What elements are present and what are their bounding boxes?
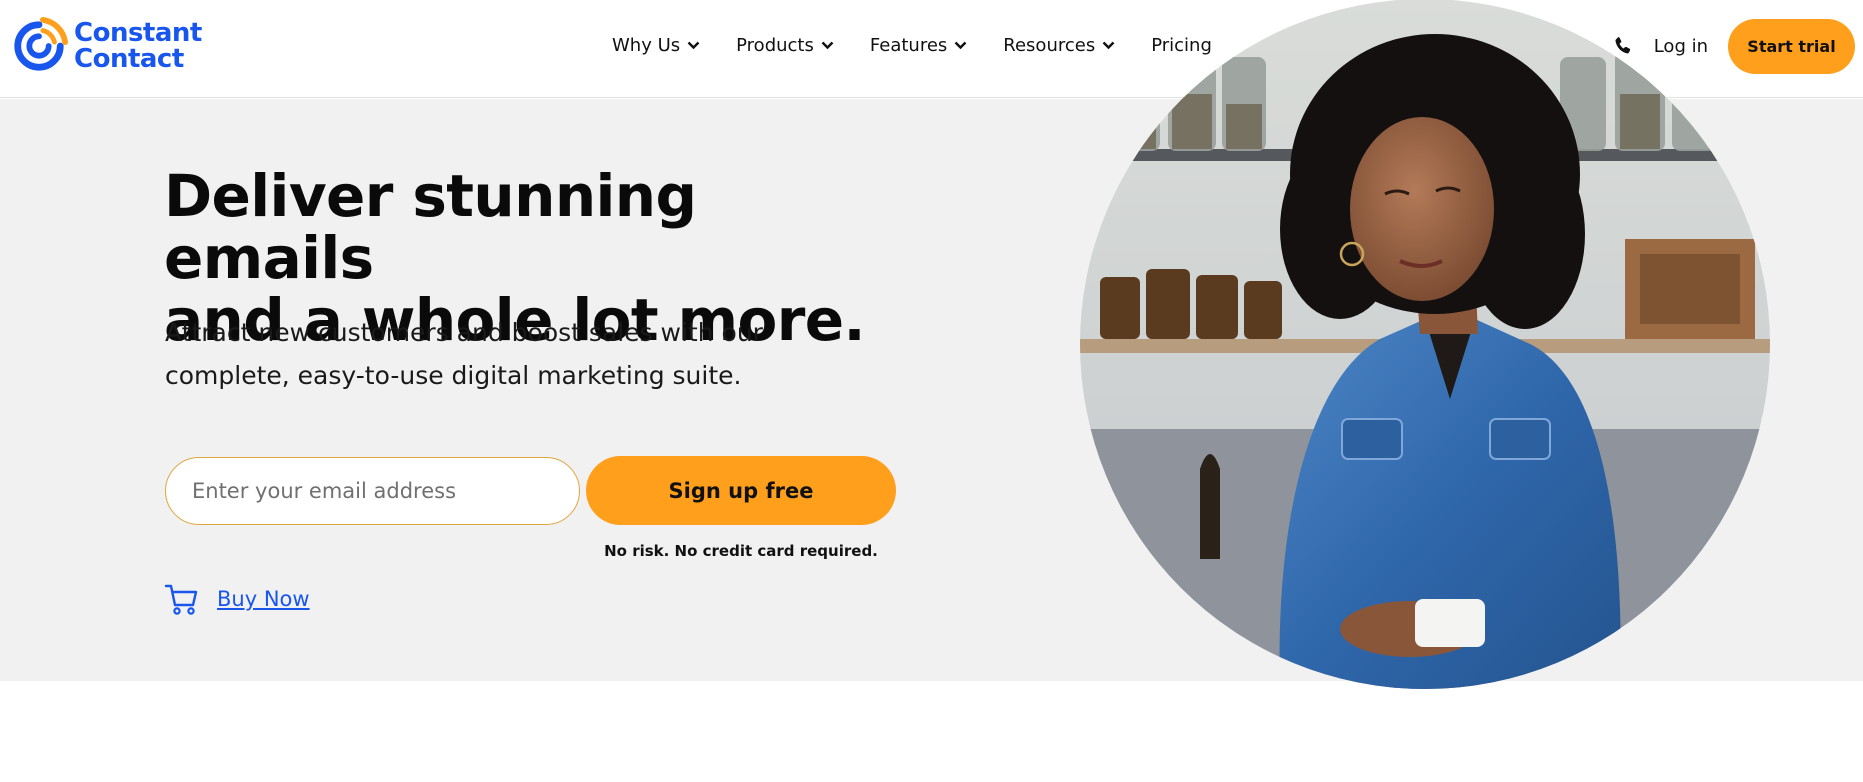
nav-item-pricing[interactable]: Pricing bbox=[1151, 32, 1212, 58]
woman-portrait-image bbox=[1080, 0, 1770, 689]
phone-icon[interactable] bbox=[1612, 35, 1634, 57]
no-risk-note: No risk. No credit card required. bbox=[604, 542, 878, 560]
nav-item-label: Resources bbox=[1003, 34, 1096, 56]
email-input[interactable] bbox=[165, 457, 580, 525]
brand-wordmark: Constant Contact bbox=[74, 20, 202, 72]
chevron-down-icon bbox=[687, 41, 700, 49]
main-nav: Why Us Products Features Resources Prici… bbox=[612, 32, 1248, 58]
sign-up-free-button[interactable]: Sign up free bbox=[586, 456, 896, 525]
nav-item-resources[interactable]: Resources bbox=[1003, 32, 1115, 58]
nav-item-products[interactable]: Products bbox=[736, 32, 834, 58]
chevron-down-icon bbox=[821, 41, 834, 49]
buy-now-link[interactable]: Buy Now bbox=[164, 581, 310, 617]
constant-contact-logo-icon bbox=[14, 17, 68, 71]
brand-name-line1: Constant bbox=[74, 18, 202, 48]
nav-item-why-us[interactable]: Why Us bbox=[612, 32, 700, 58]
hero-photo bbox=[1080, 0, 1770, 689]
hero-section: Deliver stunning emails and a whole lot … bbox=[0, 0, 1863, 689]
nav-item-label: Pricing bbox=[1151, 34, 1212, 56]
hero-subheading: Attract new customers and boost sales wi… bbox=[165, 311, 885, 397]
chevron-down-icon bbox=[954, 41, 967, 49]
chevron-down-icon bbox=[1102, 41, 1115, 49]
nav-item-features[interactable]: Features bbox=[870, 32, 967, 58]
nav-item-label: Features bbox=[869, 34, 948, 56]
start-trial-button[interactable]: Start trial bbox=[1728, 18, 1855, 74]
header-actions: Log in Start trial bbox=[1612, 18, 1863, 74]
hero-headline-line1: Deliver stunning emails bbox=[164, 162, 697, 292]
brand-logo[interactable]: Constant Contact bbox=[10, 16, 202, 76]
hero-sub-line2: complete, easy-to-use digital marketing … bbox=[165, 361, 742, 390]
login-link[interactable]: Log in bbox=[1654, 36, 1708, 57]
hero-sub-line1: Attract new customers and boost sales wi… bbox=[165, 318, 763, 347]
brand-name-line2: Contact bbox=[74, 44, 184, 74]
buy-now-label: Buy Now bbox=[217, 587, 310, 611]
nav-item-label: Why Us bbox=[612, 34, 681, 56]
shopping-cart-icon bbox=[164, 584, 198, 615]
nav-item-label: Products bbox=[736, 34, 814, 56]
